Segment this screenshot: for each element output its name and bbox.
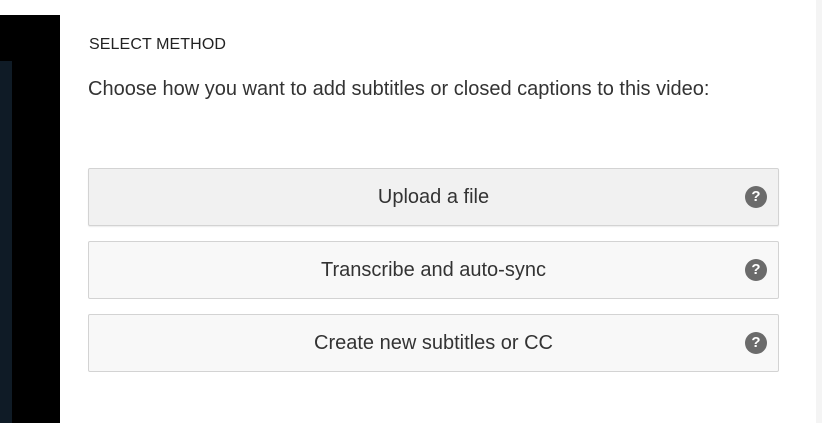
question-circle-icon[interactable]: ? — [745, 259, 767, 281]
section-heading: SELECT METHOD — [89, 36, 227, 53]
select-method-panel: SELECT METHOD Choose how you want to add… — [60, 0, 816, 423]
right-scroll-edge — [816, 0, 822, 423]
question-circle-icon[interactable]: ? — [745, 186, 767, 208]
create-subtitles-label: Create new subtitles or CC — [314, 332, 553, 354]
upload-file-label: Upload a file — [377, 186, 490, 208]
method-description: Choose how you want to add subtitles or … — [88, 78, 710, 100]
upload-file-button[interactable]: Upload a file ? — [88, 168, 779, 226]
video-player-edge — [0, 15, 60, 423]
video-frame-edge — [0, 61, 12, 423]
transcribe-auto-sync-label: Transcribe and auto-sync — [321, 259, 546, 281]
subtitle-method-screen: SELECT METHOD Choose how you want to add… — [0, 0, 822, 423]
question-circle-icon[interactable]: ? — [745, 332, 767, 354]
create-subtitles-button[interactable]: Create new subtitles or CC ? — [88, 314, 779, 372]
transcribe-auto-sync-button[interactable]: Transcribe and auto-sync ? — [88, 241, 779, 299]
